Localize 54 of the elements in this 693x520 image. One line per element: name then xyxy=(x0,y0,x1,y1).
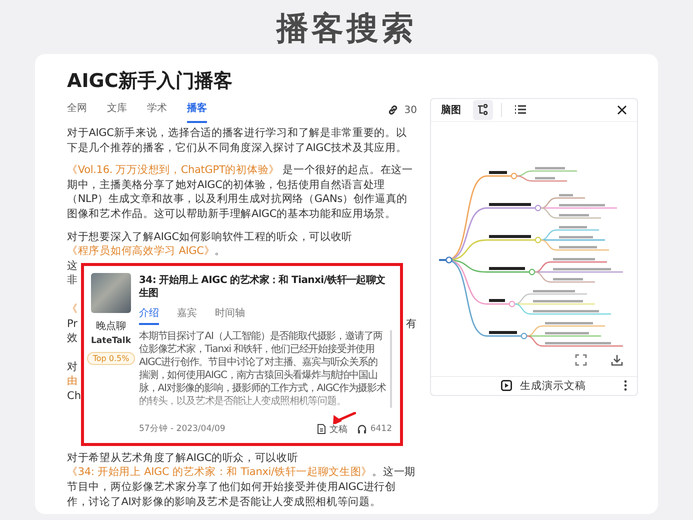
paragraph: 对于希望从艺术角度了解AIGC的听众，可以收听 《34: 开始用上 AIGC 的艺术家：和 Tianxi/铁轩一起聊文生图》。这一期节目中，两位影像艺术家分享了他们如何开始接受并使用AIGC进行创作，讨论了AI对影像的影响及艺术是否能让人变成照相机等问题。 xyxy=(67,450,416,510)
episode-description: 本期节目探讨了AI（人工智能）是否能取代摄影，邀请了两位影像艺术家，Tianxi 和铁轩，他们已经开始接受并使用AIGC进行创作。节目中讨论了对主播、嘉宾与听众关系的揣测，如何使用AIGC，南方古猿回头看爆炸与航拍中国山脉，AI对影像的影响，摄影师的工作方式，AIGC作为摄影术的转头，以及艺术是否能让人变成照相机等问题。 xyxy=(139,330,386,408)
download-icon xyxy=(611,354,623,366)
search-tab[interactable]: 全网 xyxy=(67,97,87,123)
page-title: 播客搜索 xyxy=(276,8,416,48)
search-tab[interactable]: 文库 xyxy=(107,97,127,123)
close-icon xyxy=(617,104,627,115)
text-fragment: 对 xyxy=(67,360,78,374)
search-tab[interactable]: 播客 xyxy=(187,97,207,123)
paragraph: 《Vol.16. 万万没想到，ChatGPT的初体验》 是一个很好的起点。在这一期中，主播美格分享了她对AIGC的初体验，包括使用自然语言处理（NLP）生成文章和故事，以及利用生成对抗网络（GANs）创作逼真的图像和艺术作品。这可以帮助新手理解AIGC的基本功能和应用场景。 xyxy=(67,163,414,222)
text-fragment: 这 xyxy=(67,258,78,274)
paragraph: 对于想要深入了解AIGC如何影响软件工程的听众，可以收听 《程序员如何高效学习 AIGC》。 xyxy=(67,230,354,259)
close-button[interactable] xyxy=(617,104,627,115)
source-count[interactable]: 30 xyxy=(387,104,417,116)
play-icon xyxy=(501,380,512,392)
text-fragment: 《 xyxy=(67,302,78,317)
text-fragment: 效 xyxy=(67,331,78,346)
text-fragment: 由 xyxy=(67,374,78,389)
text-fragment: Ch xyxy=(67,388,81,404)
view-toggle[interactable] xyxy=(473,100,493,120)
more-icon xyxy=(624,380,627,392)
document-icon xyxy=(317,424,326,434)
generate-slides-button[interactable]: 生成演示文稿 xyxy=(501,378,586,393)
text-fragment: 有 xyxy=(406,316,417,332)
search-tab[interactable]: 学术 xyxy=(147,97,167,123)
more-button[interactable] xyxy=(624,380,627,392)
link-icon xyxy=(387,104,400,116)
episode-meta: 57分钟 - 2023/04/09 xyxy=(139,423,226,436)
podcast-link[interactable]: 《34: 开始用上 AIGC 的艺术家：和 Tianxi/铁轩一起聊文生图》 xyxy=(67,466,372,478)
rank-badge: Top 0.5% xyxy=(86,352,136,365)
fullscreen-button[interactable] xyxy=(575,354,587,366)
headphones-icon xyxy=(357,424,368,434)
episode-title: 34: 开始用上 AIGC 的艺术家：和 Tianxi/铁轩一起聊文生图 xyxy=(139,274,386,300)
fullscreen-icon xyxy=(575,354,587,366)
text-fragment: Pr xyxy=(67,316,78,332)
cover-photo-placeholder xyxy=(91,272,131,313)
download-button[interactable] xyxy=(611,354,623,366)
episode-tab[interactable]: 介绍 xyxy=(139,304,159,325)
play-count: 6412 xyxy=(370,424,392,434)
show-name: 晚点聊 xyxy=(96,320,126,333)
annotation-arrow xyxy=(330,412,356,424)
text-fragment: 非 xyxy=(67,273,78,288)
episode-tab[interactable]: 时间轴 xyxy=(215,304,245,325)
podcast-link[interactable]: 《Vol.16. 万万没想到，ChatGPT的初体验》 xyxy=(67,164,280,176)
show-name: LateTalk xyxy=(91,336,131,346)
panel-title: 脑图 xyxy=(441,103,461,117)
list-icon xyxy=(514,104,526,116)
transcript-button[interactable]: 文稿 xyxy=(317,422,348,436)
mindmap-icon xyxy=(477,104,489,116)
scrollbar[interactable] xyxy=(390,330,392,408)
episode-tab[interactable]: 嘉宾 xyxy=(177,304,197,325)
paragraph: 对于AIGC新手来说，选择合适的播客进行学习和了解是非常重要的。以下是几个推荐的播客，它们从不同角度深入探讨了AIGC技术及其应用。 xyxy=(67,126,408,156)
podcast-link[interactable]: 《程序员如何高效学习 AIGC》 xyxy=(67,245,215,258)
article-title: AIGC新手入门播客 xyxy=(67,69,232,94)
